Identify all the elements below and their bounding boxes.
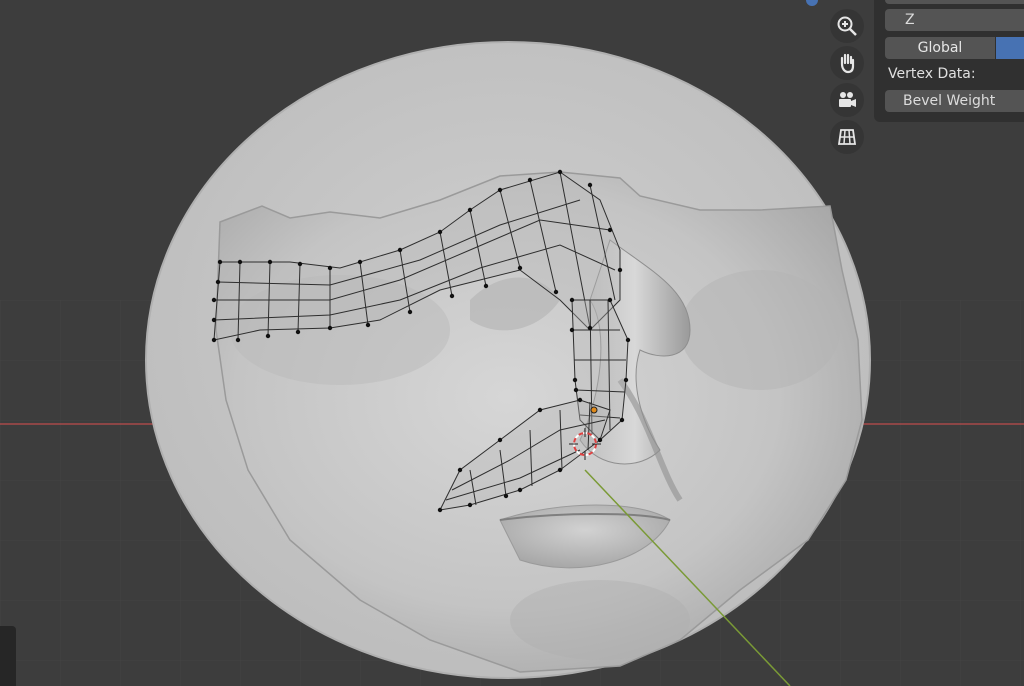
sidebar-panel: Z Global Vertex Data: Bevel Weight <box>874 0 1024 122</box>
orientation-global-button[interactable]: Global <box>885 37 995 59</box>
viewport-canvas[interactable] <box>0 0 1024 686</box>
object-origin <box>590 406 598 414</box>
ortho-grid-icon[interactable] <box>830 120 864 154</box>
camera-icon[interactable] <box>830 83 864 117</box>
toolbar-edge-tab[interactable] <box>0 626 16 686</box>
bevel-weight-button[interactable]: Bevel Weight <box>885 90 1024 112</box>
axis-field-z[interactable]: Z <box>885 9 1024 31</box>
axis-field-y[interactable] <box>885 0 1024 4</box>
vertex-data-label: Vertex Data: <box>888 66 976 82</box>
3d-viewport[interactable] <box>0 0 1024 686</box>
pan-hand-icon[interactable] <box>830 46 864 80</box>
zoom-icon[interactable] <box>830 9 864 43</box>
orientation-local-button[interactable] <box>996 37 1024 59</box>
